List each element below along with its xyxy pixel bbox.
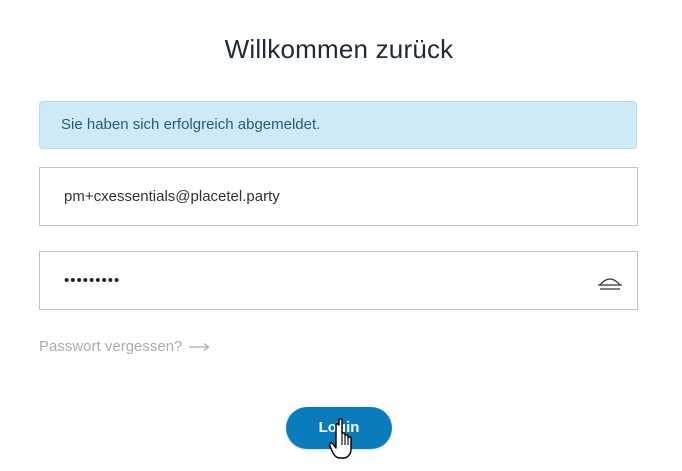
email-field-container: [39, 167, 638, 226]
login-button-label: Login: [318, 419, 360, 436]
page-title: Willkommen zurück: [224, 34, 454, 64]
forgot-password-label: Passwort vergessen?: [39, 338, 183, 355]
arrow-right-icon: [188, 342, 210, 352]
logout-success-alert: Sie haben sich erfolgreich abgemeldet.: [39, 101, 637, 149]
login-page: Willkommen zurück Sie haben sich erfolgr…: [0, 0, 682, 471]
login-button[interactable]: Login: [286, 407, 392, 449]
forgot-password-link[interactable]: Passwort vergessen?: [39, 338, 210, 355]
eye-closed-icon[interactable]: [597, 270, 623, 292]
email-field[interactable]: [40, 168, 637, 225]
alert-message: Sie haben sich erfolgreich abgemeldet.: [61, 116, 321, 133]
password-field-container: [39, 251, 638, 310]
password-field[interactable]: [40, 252, 637, 309]
